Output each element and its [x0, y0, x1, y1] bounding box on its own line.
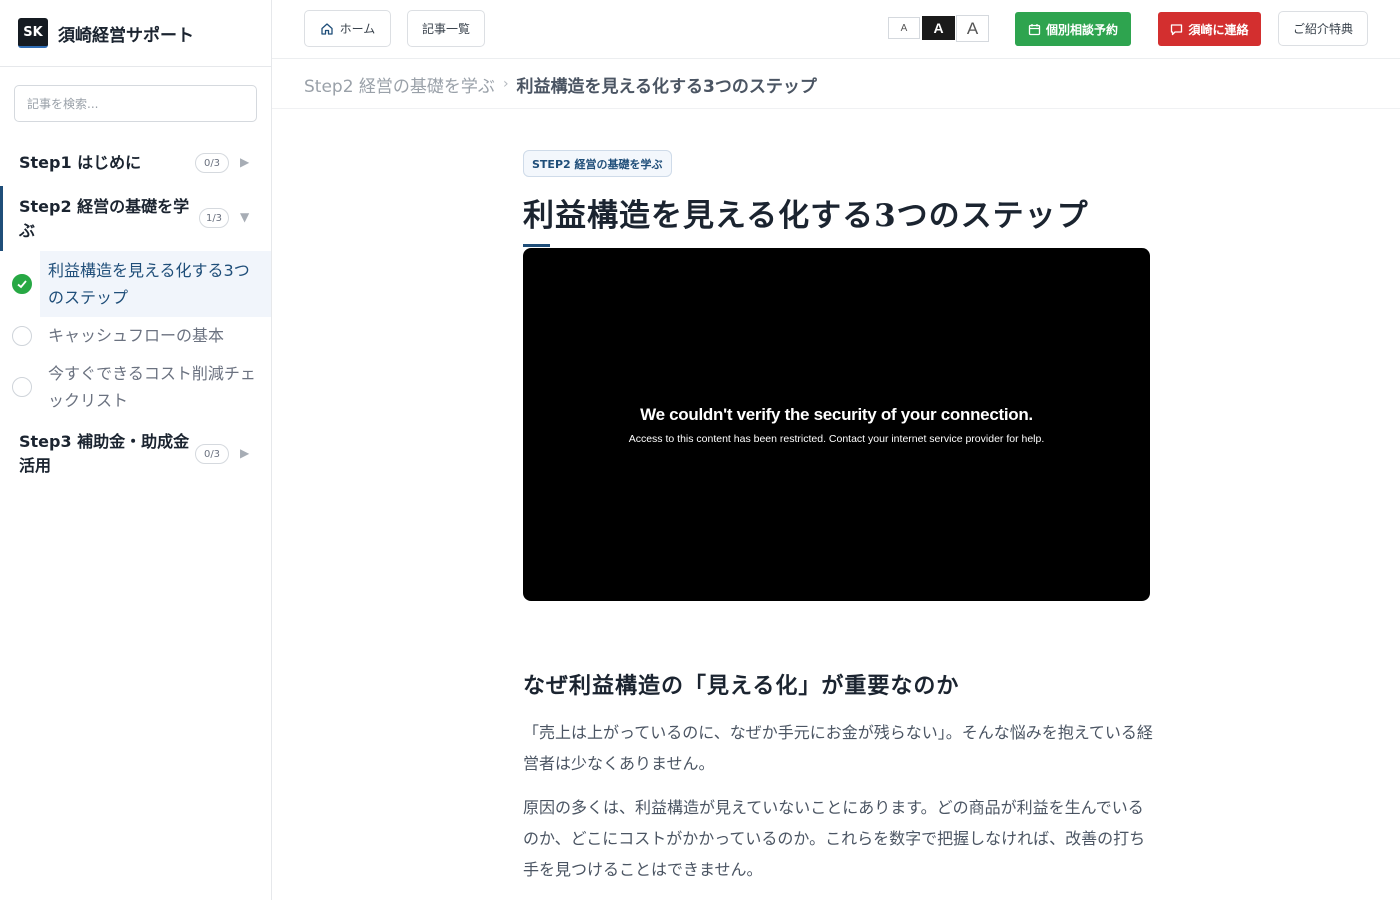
home-icon	[321, 22, 333, 35]
step-title: Step1 はじめに	[19, 153, 142, 172]
article-title: キャッシュフローの基本	[48, 326, 225, 345]
calendar-icon	[1028, 23, 1041, 35]
breadcrumb-separator: ›	[502, 76, 509, 92]
home-label: ホーム	[339, 22, 376, 36]
article-title: 今すぐできるコスト削減チェックリスト	[48, 364, 256, 410]
message-icon	[1171, 23, 1183, 35]
paragraph: 原因の多くは、利益構造が見えていないことにあります。どの商品が利益を生んでいるの…	[523, 798, 1146, 879]
page-title: 利益構造を見える化する3つのステップ	[523, 198, 1089, 234]
step-progress-badge: 1/3	[199, 208, 229, 228]
font-size-small-button[interactable]: A	[888, 17, 920, 39]
step-progress-badge: 0/3	[195, 444, 229, 464]
sidebar-article-1[interactable]: 利益構造を見える化する3つのステップ	[0, 251, 271, 317]
section-heading: なぜ利益構造の「見える化」が重要なのか	[523, 673, 960, 699]
home-button[interactable]: ホーム	[304, 10, 391, 47]
check-icon	[12, 274, 32, 294]
consultation-booking-button[interactable]: 個別相談予約	[1015, 12, 1131, 46]
chevron-down-icon: ▼	[240, 210, 250, 224]
paragraph: 「売上は上がっているのに、なぜか手元にお金が残らない」。そんな悩みを抱えている経…	[523, 723, 1153, 773]
breadcrumb: Step2 経営の基礎を学ぶ › 利益構造を見える化する3つのステップ	[304, 72, 817, 97]
chevron-right-icon: ▶	[240, 155, 250, 169]
contact-label: 須崎に連絡	[1188, 22, 1249, 37]
unchecked-circle-icon	[12, 326, 32, 346]
article-list-label: 記事一覧	[421, 22, 470, 36]
referral-label: ご紹介特典	[1292, 22, 1353, 36]
category-tag: STEP2 経営の基礎を学ぶ	[523, 150, 672, 177]
breadcrumb-parent-link[interactable]: Step2 経営の基礎を学ぶ	[304, 72, 495, 97]
breadcrumb-current: 利益構造を見える化する3つのステップ	[516, 76, 817, 97]
top-bar: ホーム 記事一覧 A A A 個別相談予約 須崎に連絡 ご紹介特典	[272, 0, 1400, 59]
unchecked-circle-icon	[12, 377, 32, 397]
sidebar: SK 須崎経営サポート Step1 はじめに 0/3 ▶ Step2 経営の基礎…	[0, 0, 272, 900]
step-title: Step3 補助金・助成金活用	[19, 432, 190, 475]
video-player[interactable]: We couldn't verify the security of your …	[523, 248, 1150, 601]
font-size-large-button[interactable]: A	[956, 15, 989, 42]
contact-button[interactable]: 須崎に連絡	[1158, 12, 1261, 46]
article-title: 利益構造を見える化する3つのステップ	[48, 261, 250, 307]
sidebar-step-3[interactable]: Step3 補助金・助成金活用 0/3 ▶	[0, 430, 271, 480]
video-error-message: Access to this content has been restrict…	[628, 432, 1045, 445]
step-title: Step2 経営の基礎を学ぶ	[19, 197, 190, 240]
sidebar-step-1[interactable]: Step1 はじめに 0/3 ▶	[0, 150, 271, 176]
brand-name: 須崎経営サポート	[58, 25, 194, 46]
referral-benefit-button[interactable]: ご紹介特典	[1278, 11, 1368, 46]
article-list-button[interactable]: 記事一覧	[407, 10, 485, 47]
divider	[272, 108, 1400, 109]
brand[interactable]: SK 須崎経営サポート	[0, 0, 271, 67]
font-size-medium-button[interactable]: A	[922, 16, 955, 40]
sidebar-article-3[interactable]: 今すぐできるコスト削減チェックリスト	[0, 360, 271, 416]
search-input[interactable]	[14, 85, 257, 122]
title-accent-bar	[523, 244, 550, 247]
step-progress-badge: 0/3	[195, 153, 229, 173]
video-error-title: We couldn't verify the security of your …	[640, 404, 1033, 424]
chevron-right-icon: ▶	[240, 446, 250, 460]
brand-logo: SK	[18, 18, 48, 48]
sidebar-article-2[interactable]: キャッシュフローの基本	[0, 322, 271, 350]
consultation-label: 個別相談予約	[1045, 22, 1118, 37]
sidebar-step-2[interactable]: Step2 経営の基礎を学ぶ 1/3 ▼	[0, 195, 271, 245]
